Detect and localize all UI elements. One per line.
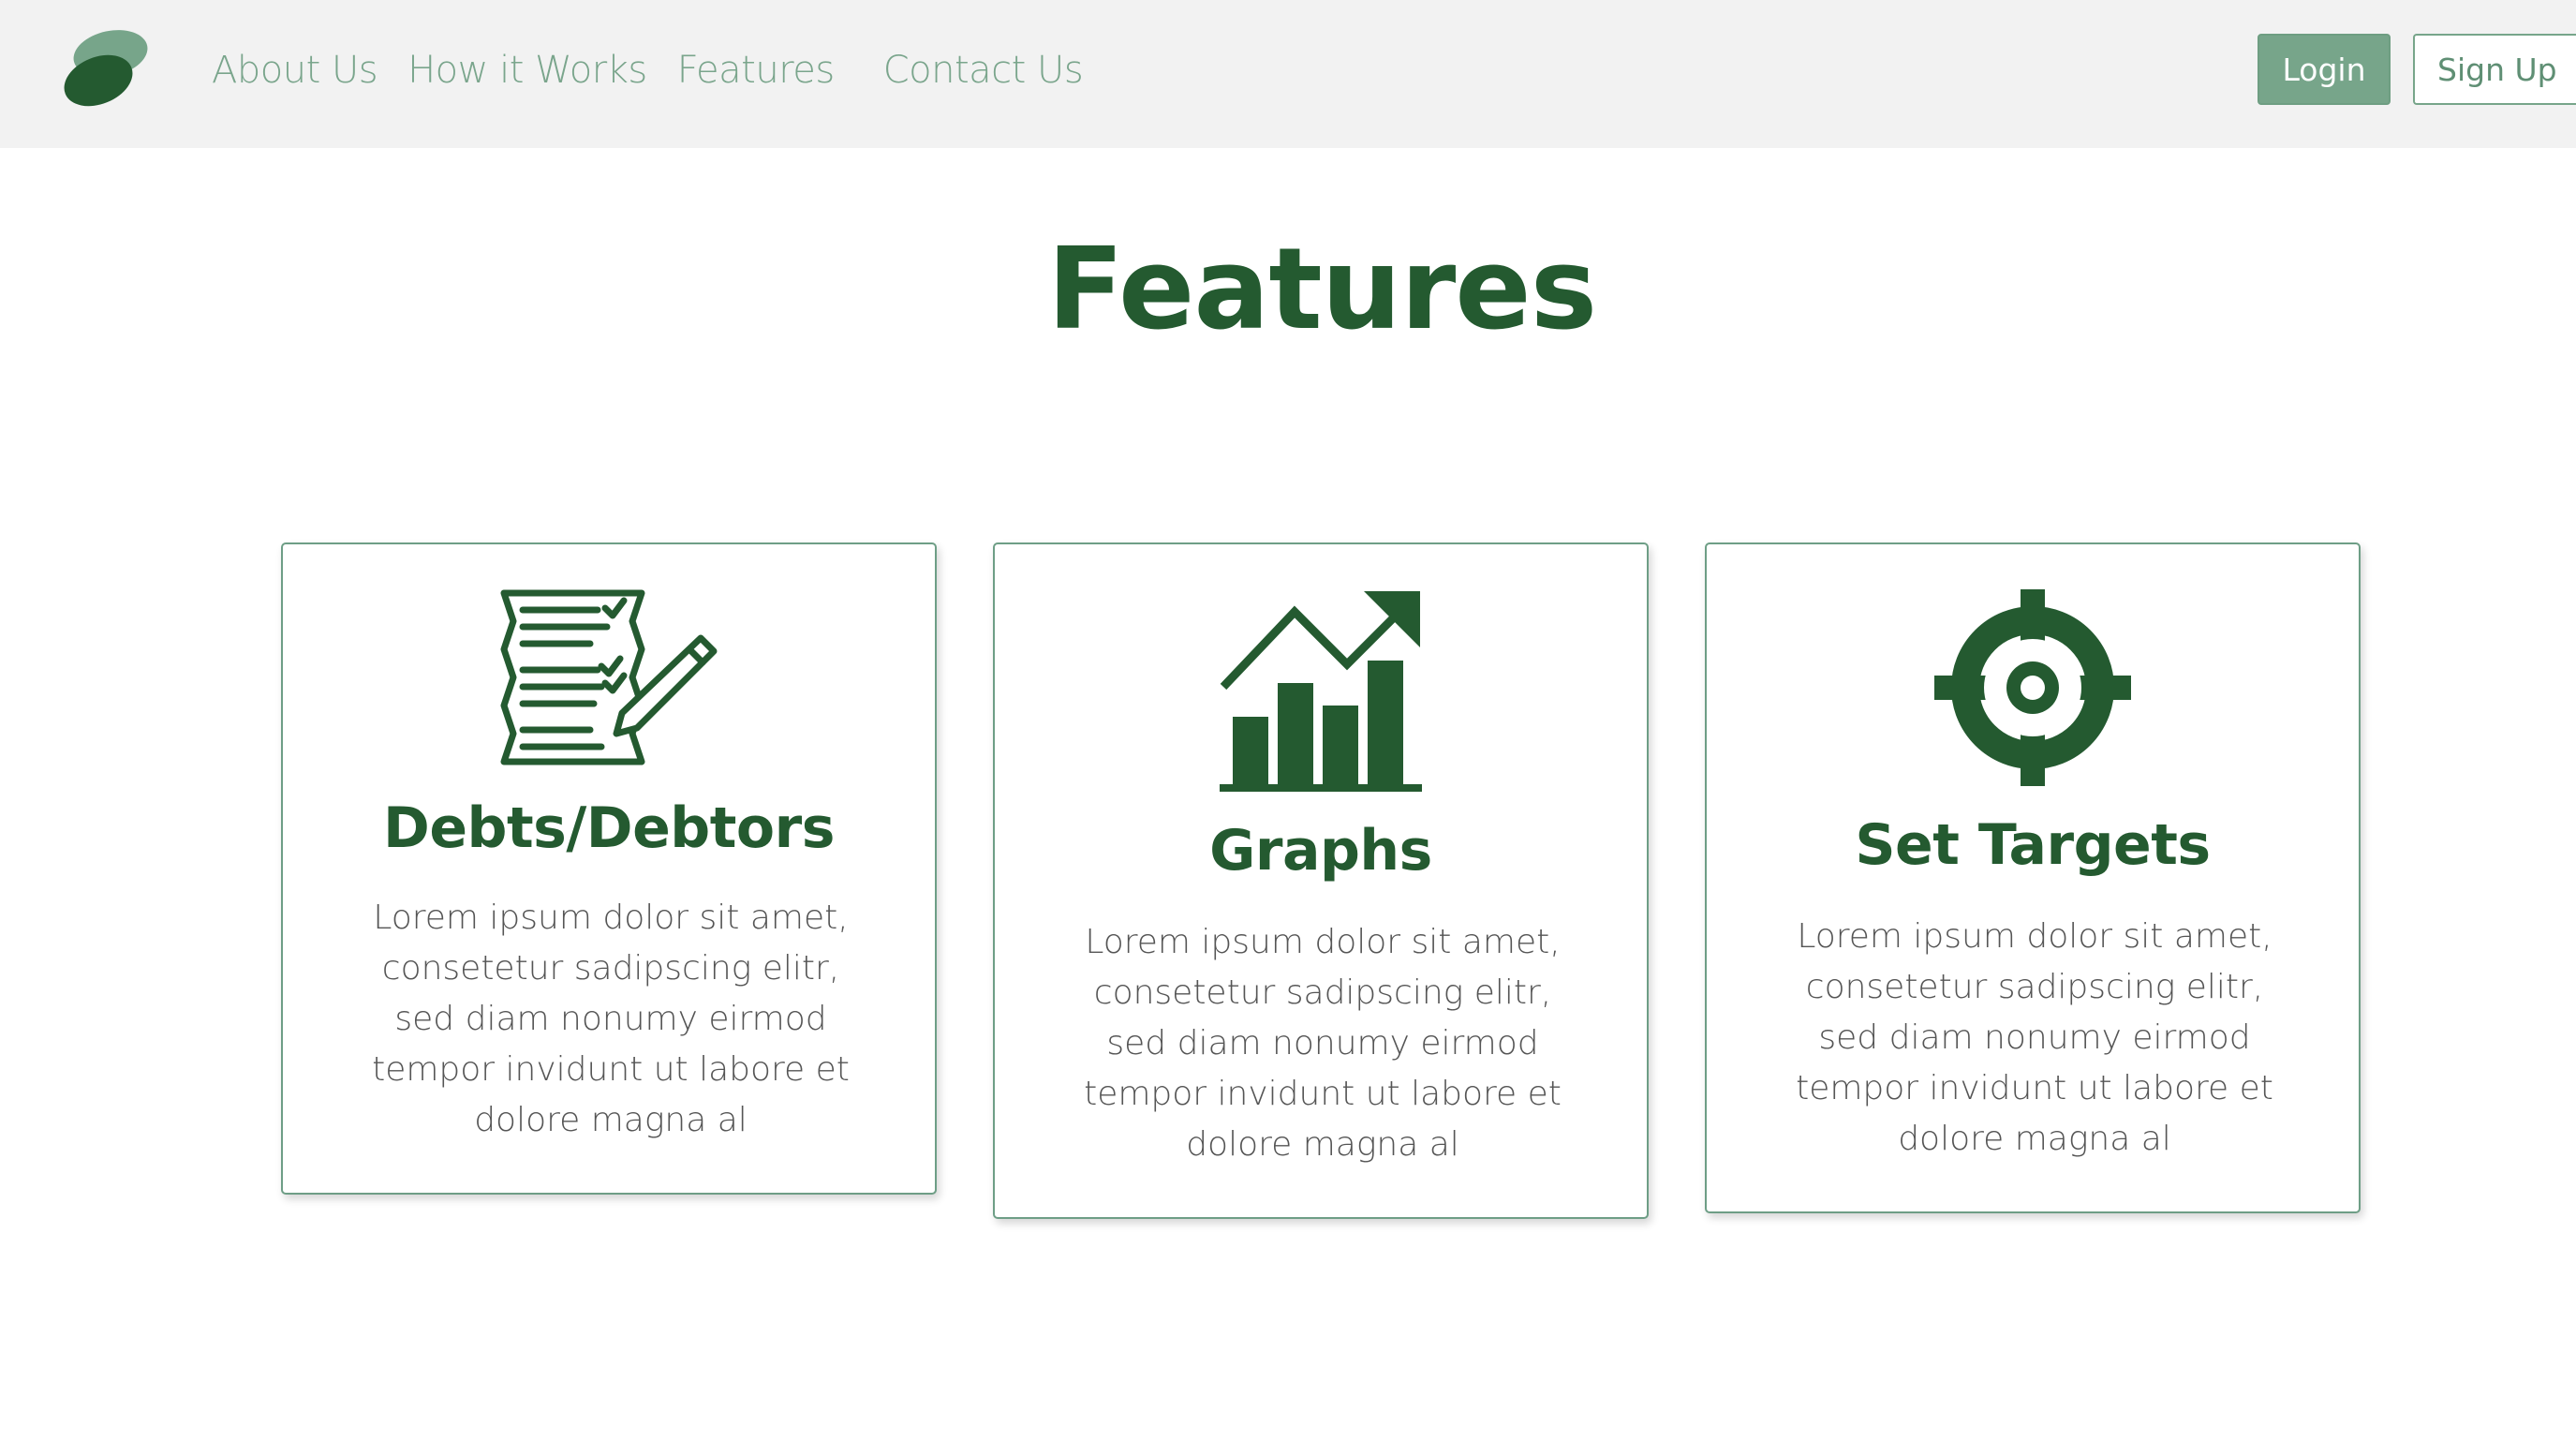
card-description: Lorem ipsum dolor sit amet, consetetur s… — [1796, 917, 2273, 1158]
feature-card-debts: Debts/Debtors Lorem ipsum dolor sit amet… — [281, 542, 937, 1195]
feature-card-targets: Set Targets Lorem ipsum dolor sit amet, … — [1705, 542, 2361, 1213]
card-description: Lorem ipsum dolor sit amet, consetetur s… — [1084, 923, 1562, 1164]
nav-link-contact-us[interactable]: Contact Us — [883, 49, 1084, 92]
top-navbar: About Us How it Works Features Contact U… — [0, 0, 2576, 148]
main-nav: About Us How it Works Features Contact U… — [212, 42, 1084, 98]
nav-link-features[interactable]: Features — [677, 49, 836, 92]
target-crosshair-icon — [1934, 589, 2131, 786]
checklist-pencil-icon — [500, 589, 718, 765]
page-title: Features — [1046, 225, 1597, 355]
card-title: Debts/Debtors — [383, 795, 835, 861]
card-title: Set Targets — [1855, 812, 2211, 878]
card-description: Lorem ipsum dolor sit amet, consetetur s… — [372, 899, 850, 1139]
card-title: Graphs — [1209, 818, 1432, 884]
logo-icon[interactable] — [64, 26, 148, 112]
login-button[interactable]: Login — [2258, 34, 2391, 105]
growth-chart-icon — [1220, 591, 1422, 792]
nav-link-how-it-works[interactable]: How it Works — [407, 49, 647, 92]
feature-card-graphs: Graphs Lorem ipsum dolor sit amet, conse… — [993, 542, 1649, 1219]
signup-button[interactable]: Sign Up — [2413, 34, 2576, 105]
nav-link-about-us[interactable]: About Us — [212, 49, 378, 92]
